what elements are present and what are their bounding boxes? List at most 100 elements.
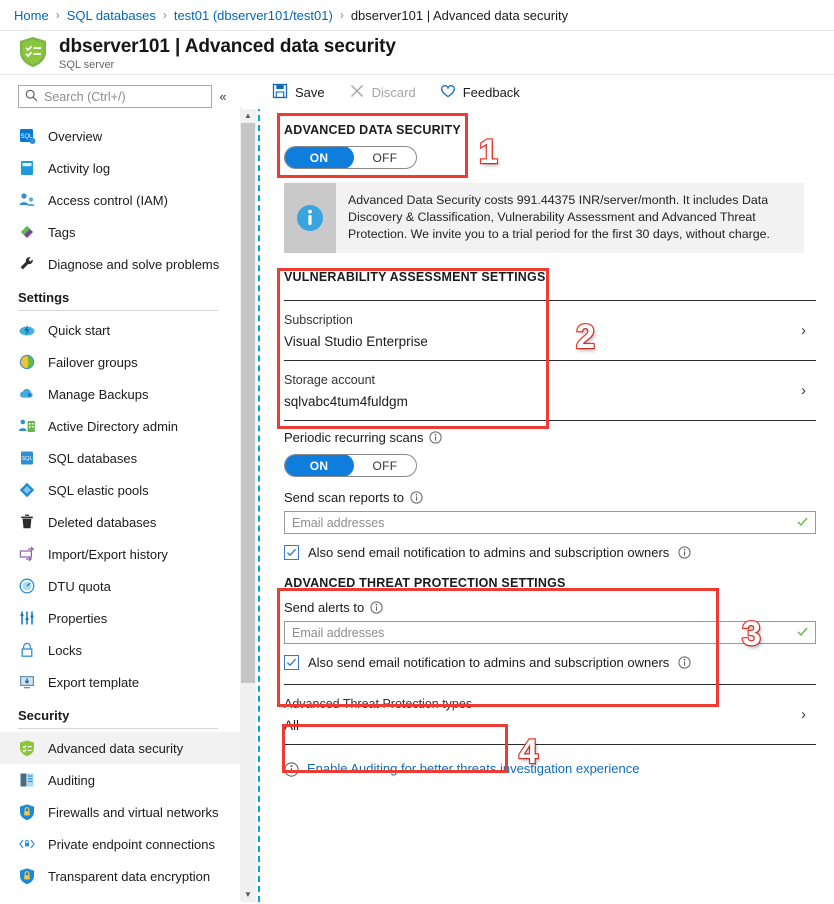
- discard-label: Discard: [371, 84, 416, 100]
- sidebar-item-label: Quick start: [48, 322, 111, 338]
- sidebar-item-locks[interactable]: Locks: [0, 634, 240, 666]
- sidebar-item-auditing[interactable]: Auditing: [0, 764, 240, 796]
- breadcrumb-separator: ›: [162, 8, 167, 22]
- sidebar-item-overview[interactable]: SQL Overview: [0, 120, 240, 152]
- breadcrumb-item-sql-databases[interactable]: SQL databases: [67, 8, 156, 23]
- sidebar-item-manage-backups[interactable]: Manage Backups: [0, 378, 240, 410]
- info-outline-icon[interactable]: [678, 546, 691, 559]
- page-title: dbserver101 | Advanced data security: [59, 36, 396, 57]
- chevron-right-icon[interactable]: ›: [801, 322, 810, 339]
- sidebar-item-label: Overview: [48, 128, 103, 144]
- sidebar-item-sql-databases[interactable]: SQL SQL databases: [0, 442, 240, 474]
- toggle-on-label[interactable]: ON: [285, 147, 354, 168]
- toggle-off-label[interactable]: OFF: [354, 151, 416, 165]
- info-outline-icon[interactable]: [370, 601, 383, 614]
- sidebar-item-label: Failover groups: [48, 354, 138, 370]
- scroll-down-arrow-icon[interactable]: ▼: [240, 886, 256, 902]
- sidebar-item-label: DTU quota: [48, 578, 111, 594]
- storage-account-row[interactable]: Storage account sqlvabc4tum4fuldgm ›: [284, 361, 816, 420]
- sidebar-item-properties[interactable]: Properties: [0, 602, 240, 634]
- toggle-on-label[interactable]: ON: [285, 455, 354, 476]
- shield-blue-icon: [18, 867, 36, 885]
- divider: [18, 728, 218, 729]
- sidebar-item-sql-elastic-pools[interactable]: SQL elastic pools: [0, 474, 240, 506]
- also-send-email-atp-row[interactable]: Also send email notification to admins a…: [284, 655, 816, 670]
- sql-overview-icon: SQL: [18, 127, 36, 145]
- also-send-email-atp-checkbox[interactable]: [284, 655, 299, 670]
- breadcrumb-item-test01[interactable]: test01 (dbserver101/test01): [174, 8, 333, 23]
- sidebar-item-diagnose[interactable]: Diagnose and solve problems: [0, 248, 240, 280]
- subscription-row[interactable]: Subscription Visual Studio Enterprise ›: [284, 301, 816, 360]
- divider: [284, 744, 816, 745]
- periodic-recurring-scans-block: Periodic recurring scans ON OFF: [284, 430, 816, 477]
- periodic-recurring-scans-toggle[interactable]: ON OFF: [284, 454, 417, 477]
- heart-icon: [440, 83, 456, 102]
- enable-auditing-row[interactable]: Enable Auditing for better threats inves…: [284, 761, 816, 777]
- svg-text:SQL: SQL: [21, 456, 32, 462]
- sidebar-item-failover-groups[interactable]: Failover groups: [0, 346, 240, 378]
- sidebar-item-tags[interactable]: Tags: [0, 216, 240, 248]
- also-send-email-va-checkbox[interactable]: [284, 545, 299, 560]
- auditing-icon: [18, 771, 36, 789]
- sidebar-item-private-endpoint-connections[interactable]: Private endpoint connections: [0, 828, 240, 860]
- sidebar-item-active-directory-admin[interactable]: Active Directory admin: [0, 410, 240, 442]
- sidebar-item-activity-log[interactable]: Activity log: [0, 152, 240, 184]
- sidebar-item-firewalls[interactable]: Firewalls and virtual networks: [0, 796, 240, 828]
- sidebar-item-advanced-data-security[interactable]: Advanced data security: [0, 732, 240, 764]
- sidebar-item-label: Properties: [48, 610, 108, 626]
- active-directory-admin-icon: [18, 417, 36, 435]
- sidebar: Search (Ctrl+/) « SQL Overview Activity …: [0, 75, 256, 902]
- threat-protection-types-row[interactable]: Advanced Threat Protection types All ›: [284, 685, 816, 744]
- info-outline-icon[interactable]: [410, 491, 423, 504]
- sidebar-item-label: Deleted databases: [48, 514, 157, 530]
- sidebar-top-items: SQL Overview Activity log Access control…: [0, 120, 240, 280]
- check-icon: [796, 515, 809, 531]
- import-export-icon: [18, 545, 36, 563]
- feedback-label: Feedback: [462, 84, 520, 100]
- search-input[interactable]: Search (Ctrl+/): [18, 85, 212, 108]
- scroll-up-arrow-icon[interactable]: ▲: [240, 107, 256, 123]
- save-button[interactable]: Save: [272, 83, 337, 102]
- send-scan-reports-label: Send scan reports to: [284, 490, 816, 505]
- sidebar-item-deleted-databases[interactable]: Deleted databases: [0, 506, 240, 538]
- gauge-icon: [18, 577, 36, 595]
- also-send-email-va-label: Also send email notification to admins a…: [308, 545, 670, 560]
- breadcrumb-item-home[interactable]: Home: [14, 8, 49, 23]
- send-alerts-input[interactable]: Email addresses: [284, 621, 816, 644]
- sidebar-item-import-export-history[interactable]: Import/Export history: [0, 538, 240, 570]
- sidebar-item-label: Tags: [48, 224, 76, 240]
- sidebar-item-quick-start[interactable]: Quick start: [0, 314, 240, 346]
- save-icon: [272, 83, 288, 102]
- sidebar-item-label: Auditing: [48, 772, 95, 788]
- elastic-pool-icon: [18, 481, 36, 499]
- sidebar-item-access-control[interactable]: Access control (IAM): [0, 184, 240, 216]
- sidebar-item-label: Active Directory admin: [48, 418, 179, 434]
- page-subtitle: SQL server: [59, 59, 115, 71]
- enable-auditing-link[interactable]: Enable Auditing for better threats inves…: [307, 761, 639, 776]
- sidebar-item-transparent-data-encryption[interactable]: Transparent data encryption: [0, 860, 240, 892]
- sidebar-item-label: SQL databases: [48, 450, 138, 466]
- chevron-right-icon[interactable]: ›: [801, 382, 810, 399]
- info-outline-icon[interactable]: [678, 656, 691, 669]
- sidebar-item-export-template[interactable]: Export template: [0, 666, 240, 698]
- also-send-email-va-row[interactable]: Also send email notification to admins a…: [284, 545, 816, 560]
- sidebar-item-dtu-quota[interactable]: DTU quota: [0, 570, 240, 602]
- sidebar-scrollbar[interactable]: ▲ ▼: [240, 107, 256, 902]
- chevron-right-icon[interactable]: ›: [801, 706, 810, 723]
- send-alerts-block: Send alerts to Email addresses Also send…: [284, 600, 816, 670]
- shield-green-icon: [18, 739, 36, 757]
- sidebar-item-label: Activity log: [48, 160, 111, 176]
- advanced-data-security-toggle[interactable]: ON OFF: [284, 146, 417, 169]
- send-scan-reports-input[interactable]: Email addresses: [284, 511, 816, 534]
- collapse-sidebar-button[interactable]: «: [212, 89, 234, 104]
- advanced-data-security-title: ADVANCED DATA SECURITY: [284, 123, 461, 137]
- shield-blue-icon: [18, 803, 36, 821]
- toggle-off-label[interactable]: OFF: [354, 459, 416, 473]
- sidebar-item-label: Locks: [48, 642, 82, 658]
- subscription-label: Subscription: [284, 312, 353, 327]
- discard-button[interactable]: Discard: [349, 83, 428, 102]
- sidebar-scrollbar-thumb[interactable]: [241, 123, 255, 683]
- lock-icon: [18, 641, 36, 659]
- info-outline-icon[interactable]: [429, 431, 443, 444]
- feedback-button[interactable]: Feedback: [440, 83, 532, 102]
